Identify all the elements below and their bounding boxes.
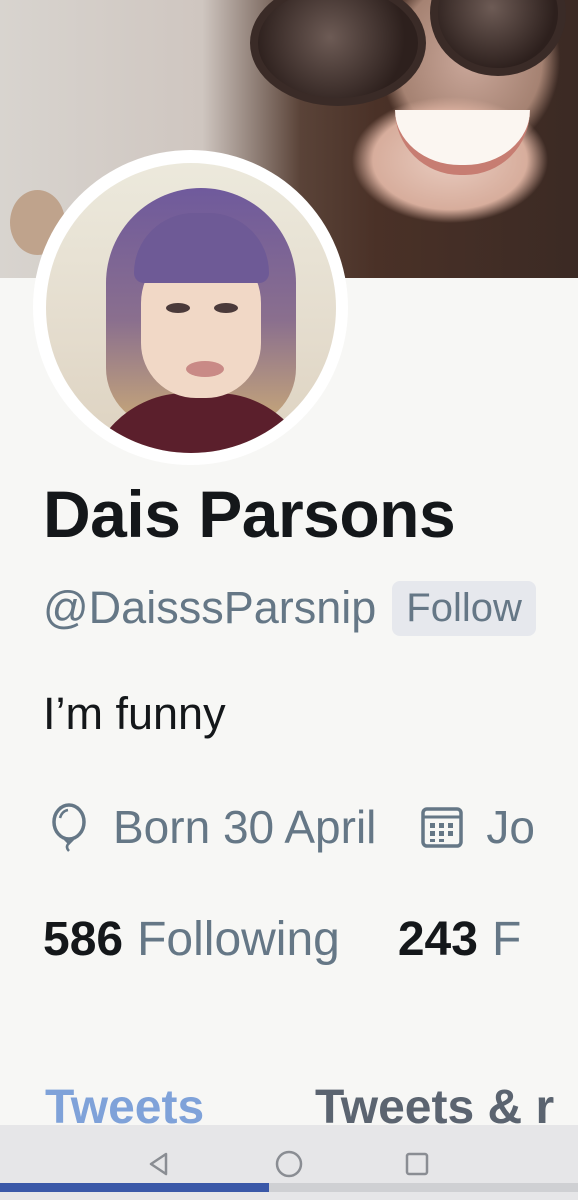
banner-smile [395,110,530,175]
follows-you-badge: Follow [392,580,536,636]
profile-name: Dais Parsons [43,477,456,551]
tab-indicator-track [0,1183,578,1192]
handle-row: @DaisssParsnip Follow [43,578,536,638]
circle-home-icon[interactable] [272,1147,306,1181]
square-recents-icon[interactable] [400,1147,434,1181]
following-label[interactable]: Following [137,912,340,967]
profile-bio: I’m funny [43,688,226,739]
followers-count[interactable]: 243 [398,912,478,967]
birthday-text: Born 30 April [113,801,377,853]
avatar-photo [45,162,336,453]
profile-handle: @DaisssParsnip [43,582,377,633]
follow-stats: 586 Following 243 F [43,912,578,967]
profile-meta: Born 30 April Jo [43,800,535,854]
avatar[interactable] [33,150,348,465]
balloon-icon [43,801,95,853]
triangle-back-icon[interactable] [142,1147,176,1181]
following-count[interactable]: 586 [43,912,123,967]
followers-label[interactable]: F [492,912,521,967]
joined-text: Jo [486,801,535,853]
banner-sunglasses-left [250,0,426,106]
tab-indicator-fill [0,1183,269,1192]
calendar-icon [416,801,468,853]
banner-sunglasses-right [430,0,566,76]
